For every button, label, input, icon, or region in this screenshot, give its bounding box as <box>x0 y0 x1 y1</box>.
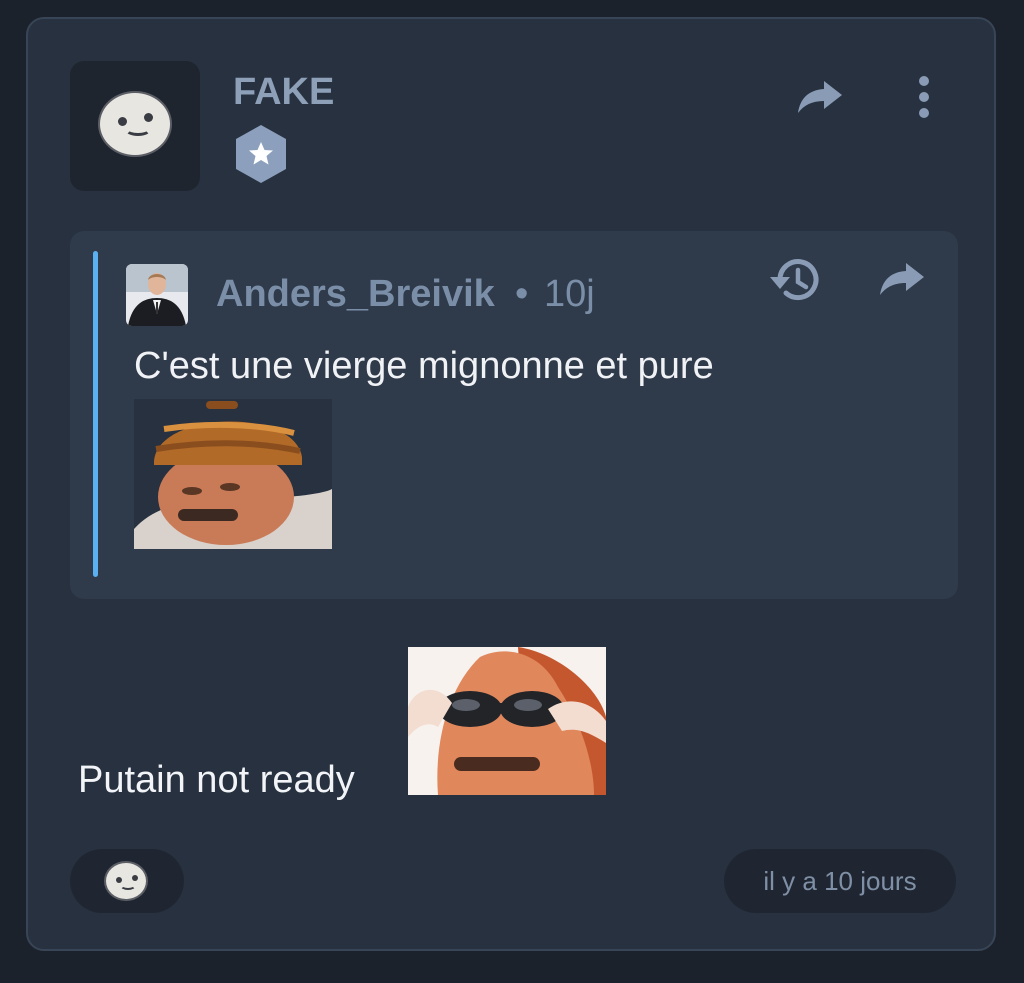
post-card: FAKE Anders_Breivik • 10j C'est une vier… <box>26 17 996 951</box>
vertical-dots-icon[interactable] <box>916 75 932 119</box>
star-hexagon-icon <box>236 125 286 183</box>
smiley-avatar-icon <box>98 91 172 157</box>
share-arrow-icon[interactable] <box>796 77 844 117</box>
quote-separator: • <box>515 273 529 315</box>
quote-time: 10j <box>544 273 595 315</box>
post-timestamp: il y a 10 jours <box>724 849 956 913</box>
quote-bar <box>93 251 98 577</box>
quote-author-avatar[interactable] <box>126 264 188 326</box>
smiley-icon <box>104 861 148 901</box>
quoted-message: Anders_Breivik • 10j C'est une vierge mi… <box>70 231 958 599</box>
share-arrow-icon[interactable] <box>878 259 926 299</box>
post-text: Putain not ready <box>78 759 355 801</box>
quote-author[interactable]: Anders_Breivik <box>216 273 495 316</box>
reaction-button[interactable] <box>70 849 184 913</box>
user-avatar[interactable] <box>70 61 200 191</box>
risitas-bonnet-sticker[interactable] <box>134 399 332 549</box>
risitas-sunglasses-sticker[interactable] <box>408 647 606 795</box>
post-username[interactable]: FAKE <box>233 71 334 114</box>
history-icon[interactable] <box>768 255 824 305</box>
quote-text: C'est une vierge mignonne et pure <box>134 345 714 387</box>
